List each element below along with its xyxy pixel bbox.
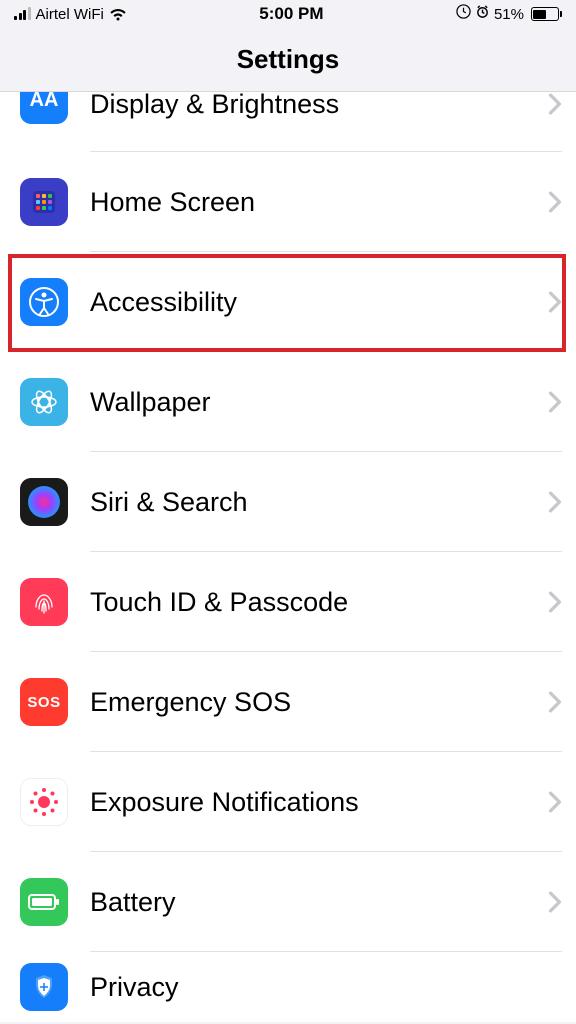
siri-icon bbox=[20, 478, 68, 526]
chevron-right-icon bbox=[548, 93, 562, 115]
battery-icon bbox=[531, 7, 562, 21]
row-accessibility[interactable]: Accessibility bbox=[0, 252, 576, 352]
status-bar: Airtel WiFi 5:00 PM 51% bbox=[0, 0, 576, 28]
row-display-brightness[interactable]: AA Display & Brightness bbox=[0, 92, 576, 152]
chevron-right-icon bbox=[548, 591, 562, 613]
status-right: 51% bbox=[456, 4, 562, 24]
chevron-right-icon bbox=[548, 891, 562, 913]
row-label: Touch ID & Passcode bbox=[90, 587, 548, 618]
wallpaper-icon bbox=[20, 378, 68, 426]
row-label: Siri & Search bbox=[90, 487, 548, 518]
row-label: Exposure Notifications bbox=[90, 787, 548, 818]
row-emergency-sos[interactable]: SOS Emergency SOS bbox=[0, 652, 576, 752]
battery-percent: 51% bbox=[494, 6, 524, 23]
row-label: Privacy bbox=[90, 972, 562, 1003]
battery-fill bbox=[533, 10, 546, 19]
sos-icon: SOS bbox=[20, 678, 68, 726]
exposure-icon bbox=[20, 778, 68, 826]
chevron-right-icon bbox=[548, 191, 562, 213]
row-label: Battery bbox=[90, 887, 548, 918]
row-exposure-notifications[interactable]: Exposure Notifications bbox=[0, 752, 576, 852]
chevron-right-icon bbox=[548, 291, 562, 313]
sos-icon-text: SOS bbox=[27, 694, 60, 711]
status-time: 5:00 PM bbox=[259, 4, 323, 24]
battery-settings-icon bbox=[20, 878, 68, 926]
lock-rotation-icon bbox=[456, 4, 471, 24]
fingerprint-icon bbox=[20, 578, 68, 626]
signal-icon bbox=[14, 8, 31, 20]
row-label: Wallpaper bbox=[90, 387, 548, 418]
row-wallpaper[interactable]: Wallpaper bbox=[0, 352, 576, 452]
chevron-right-icon bbox=[548, 391, 562, 413]
status-left: Airtel WiFi bbox=[14, 6, 127, 23]
row-privacy[interactable]: Privacy bbox=[0, 952, 576, 1022]
chevron-right-icon bbox=[548, 691, 562, 713]
row-label: Accessibility bbox=[90, 287, 548, 318]
row-home-screen[interactable]: Home Screen bbox=[0, 152, 576, 252]
row-label: Display & Brightness bbox=[90, 92, 548, 120]
display-icon: AA bbox=[20, 92, 68, 124]
row-touchid-passcode[interactable]: Touch ID & Passcode bbox=[0, 552, 576, 652]
accessibility-icon bbox=[20, 278, 68, 326]
alarm-icon bbox=[475, 4, 490, 24]
page-title: Settings bbox=[0, 44, 576, 75]
home-screen-icon bbox=[20, 178, 68, 226]
privacy-icon bbox=[20, 963, 68, 1011]
row-battery[interactable]: Battery bbox=[0, 852, 576, 952]
carrier-label: Airtel WiFi bbox=[36, 6, 104, 23]
wifi-icon bbox=[109, 7, 127, 21]
chevron-right-icon bbox=[548, 791, 562, 813]
nav-header: Settings bbox=[0, 28, 576, 92]
row-label: Emergency SOS bbox=[90, 687, 548, 718]
chevron-right-icon bbox=[548, 491, 562, 513]
row-label: Home Screen bbox=[90, 187, 548, 218]
row-siri-search[interactable]: Siri & Search bbox=[0, 452, 576, 552]
settings-list: AA Display & Brightness Home Screen Acce… bbox=[0, 92, 576, 1022]
